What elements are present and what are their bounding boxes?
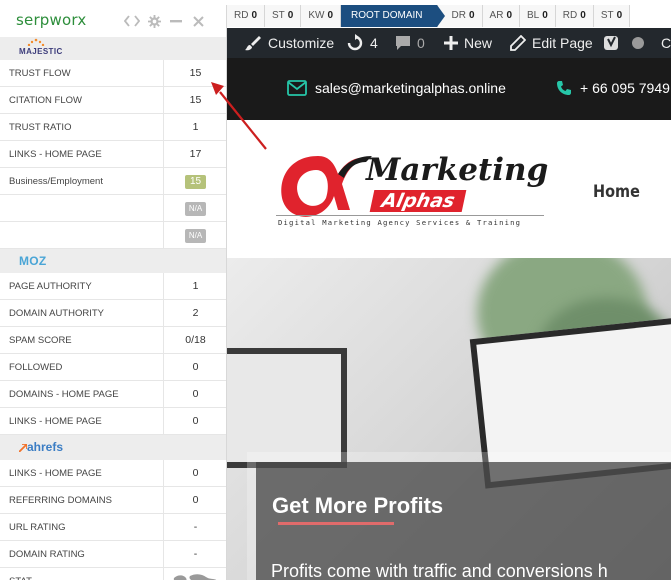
comments-link[interactable]: 0 — [395, 28, 425, 58]
minimize-icon[interactable] — [168, 13, 184, 29]
email-text: sales@marketingalphas.online — [315, 80, 506, 96]
metric-kw[interactable]: KW 0 — [301, 5, 342, 27]
metric-row-trust-ratio: TRUST RATIO 1 — [0, 114, 226, 141]
metric-row-stat-cutoff: STAT — [0, 568, 226, 580]
marketing-alphas-logo[interactable]: Marketing Alphas Digital Marketing Agenc… — [276, 148, 551, 230]
admin-cutoff-item[interactable]: C — [661, 28, 671, 58]
seo-status-dot — [632, 28, 650, 58]
metric-row-domains-home-page: DOMAINS - HOME PAGE 0 — [0, 381, 226, 408]
metric-st-2[interactable]: ST 0 — [593, 5, 631, 27]
metric-row-ahrefs-links-home-page: LINKS - HOME PAGE 0 — [0, 460, 226, 487]
majestic-dots-icon — [27, 38, 45, 46]
metric-row-followed: FOLLOWED 0 — [0, 354, 226, 381]
na-badge: N/A — [184, 229, 207, 243]
majestic-section-header: MAJESTIC — [0, 37, 226, 60]
plus-icon — [444, 36, 458, 50]
serpworx-panel: serpworx MAJESTIC TRUST FLOW 15 CITATION … — [0, 5, 227, 580]
monitor-shape-left — [227, 348, 347, 468]
brush-icon — [245, 36, 261, 51]
metric-ar[interactable]: AR 0 — [482, 5, 520, 27]
serpworx-metrics-bar: RD 0 ST 0 KW 0 ROOT DOMAIN DR 0 AR 0 BL 0 RD 0 … — [227, 5, 671, 27]
ahrefs-logo: ahrefs — [27, 440, 64, 454]
nav-home-link[interactable]: Home — [593, 182, 640, 202]
metric-row-domain-rating: DOMAIN RATING - — [0, 541, 226, 568]
customize-link[interactable]: Customize — [244, 28, 334, 58]
metric-bl[interactable]: BL 0 — [520, 5, 556, 27]
phone-contact[interactable]: + 66 095 7949 — [556, 76, 670, 100]
hero-title-underline — [278, 522, 394, 525]
envelope-icon — [287, 80, 307, 96]
serpworx-brand: serpworx — [16, 11, 87, 29]
edit-page-label: Edit Page — [532, 35, 593, 51]
metric-rd-2[interactable]: RD 0 — [555, 5, 594, 27]
metric-row-spam-score: SPAM SCORE 0/18 — [0, 327, 226, 354]
metric-row-links-home-page: LINKS - HOME PAGE 17 — [0, 141, 226, 168]
new-label: New — [464, 35, 493, 51]
panel-header-controls — [124, 13, 206, 29]
moz-section-header: MOZ — [0, 249, 226, 273]
world-map-icon — [173, 574, 217, 580]
metric-rd[interactable]: RD 0 — [227, 5, 266, 27]
na-badge: N/A — [184, 202, 207, 216]
close-icon[interactable] — [190, 13, 206, 29]
metric-root-domain-tab[interactable]: ROOT DOMAIN — [341, 5, 446, 27]
metric-st[interactable]: ST 0 — [265, 5, 302, 27]
updates-link[interactable]: 4 — [346, 28, 378, 58]
metric-row-topic-business: Business/Employment 15 — [0, 168, 226, 195]
logo-rule — [276, 215, 544, 216]
gear-icon[interactable] — [146, 13, 162, 29]
hero-text: Profits come with traffic and conversion… — [271, 561, 608, 580]
ahrefs-section-header: ahrefs — [0, 435, 226, 460]
metric-row-moz-links-home-page: LINKS - HOME PAGE 0 — [0, 408, 226, 435]
logo-text-marketing: Marketing — [366, 152, 549, 188]
phone-icon — [557, 81, 571, 95]
metric-row-citation-flow: CITATION FLOW 15 — [0, 87, 226, 114]
metric-row-referring-domains: REFERRING DOMAINS 0 — [0, 487, 226, 514]
pencil-icon — [510, 35, 526, 51]
customize-label: Customize — [268, 35, 335, 51]
metric-row-url-rating: URL RATING - — [0, 514, 226, 541]
logo-tagline: Digital Marketing Agency Services & Trai… — [278, 218, 522, 227]
updates-count: 4 — [370, 35, 378, 51]
ahrefs-arrow-icon — [19, 444, 27, 452]
topic-score-badge: 15 — [184, 175, 207, 189]
comment-icon — [396, 36, 410, 50]
status-dot-icon — [632, 37, 644, 49]
metric-row-topic-empty-2: N/A — [0, 222, 226, 249]
code-toggle-icon[interactable] — [124, 13, 140, 29]
edit-page-link[interactable]: Edit Page — [510, 28, 593, 58]
refresh-icon — [347, 34, 363, 51]
phone-text: + 66 095 7949 — [580, 80, 670, 96]
metric-row-trust-flow: TRUST FLOW 15 — [0, 60, 226, 87]
metric-row-topic-empty-1: N/A — [0, 195, 226, 222]
logo-text-alphas: Alphas — [369, 190, 467, 212]
yoast-icon — [604, 36, 618, 50]
comments-count: 0 — [417, 35, 425, 51]
moz-logo: MOZ — [19, 254, 47, 268]
panel-header: serpworx — [0, 5, 226, 37]
new-content-link[interactable]: New — [444, 28, 492, 58]
email-contact[interactable]: sales@marketingalphas.online — [287, 76, 506, 100]
hero-title: Get More Profits — [272, 493, 444, 518]
metric-row-page-authority: PAGE AUTHORITY 1 — [0, 273, 226, 300]
metric-row-domain-authority: DOMAIN AUTHORITY 2 — [0, 300, 226, 327]
yoast-link[interactable] — [603, 28, 627, 58]
majestic-logo: MAJESTIC — [19, 47, 63, 56]
